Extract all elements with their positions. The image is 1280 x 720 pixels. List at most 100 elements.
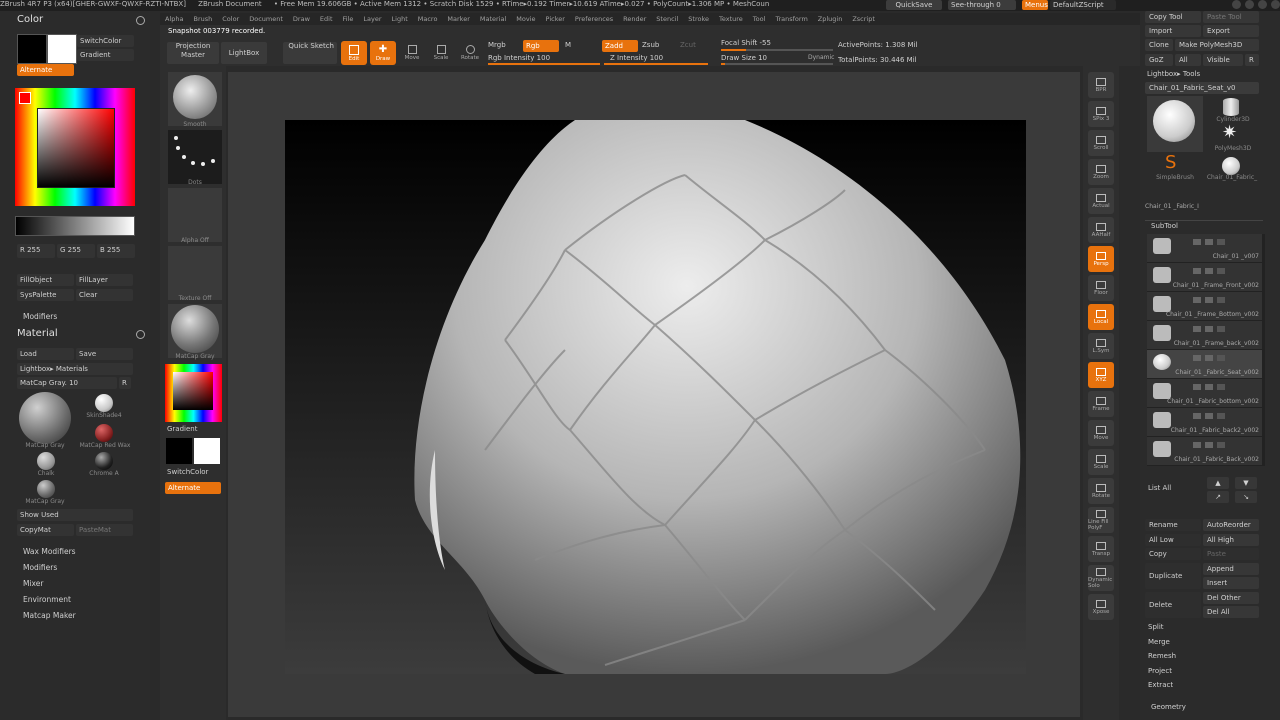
fillobject-button[interactable]: FillObject: [17, 274, 74, 286]
paste-tool-button[interactable]: Paste Tool: [1203, 11, 1259, 23]
subtool-visibility-icon[interactable]: [1193, 326, 1253, 332]
shelf-color-picker[interactable]: [165, 364, 222, 422]
extract-section[interactable]: Extract: [1148, 681, 1173, 689]
rotate-button[interactable]: Rotate: [457, 41, 483, 65]
shelf-dynamic-solo-button[interactable]: Dynamic Solo: [1088, 565, 1114, 591]
fabric-tool-icon[interactable]: [1222, 157, 1240, 175]
material-refresh-icon[interactable]: [136, 330, 145, 339]
subtool-visibility-icon[interactable]: [1193, 442, 1253, 448]
matcap-gray-preview[interactable]: [19, 392, 71, 444]
shelf-spix-3-button[interactable]: SPix 3: [1088, 101, 1114, 127]
viewport-canvas[interactable]: [285, 120, 1026, 674]
current-material-label[interactable]: MatCap Gray. 10: [17, 377, 117, 389]
edit-button[interactable]: Edit: [341, 41, 367, 65]
autoreorder-button[interactable]: AutoReorder: [1203, 519, 1259, 531]
all-high-button[interactable]: All High: [1203, 534, 1259, 546]
projection-master-button[interactable]: Projection Master: [167, 42, 219, 64]
menu-marker[interactable]: Marker: [447, 13, 469, 25]
shelf-alternate-button[interactable]: Alternate: [165, 482, 221, 494]
menu-transform[interactable]: Transform: [775, 13, 807, 25]
menu-light[interactable]: Light: [392, 13, 408, 25]
menu-render[interactable]: Render: [623, 13, 646, 25]
shelf-actual-button[interactable]: Actual: [1088, 188, 1114, 214]
texture-thumb[interactable]: [168, 246, 222, 300]
menu-macro[interactable]: Macro: [418, 13, 438, 25]
menu-picker[interactable]: Picker: [546, 13, 565, 25]
red-wax-preview[interactable]: [95, 424, 113, 442]
polymesh3d-icon[interactable]: ✷: [1222, 124, 1237, 142]
syspalette-button[interactable]: SysPalette: [17, 289, 74, 301]
menu-material[interactable]: Material: [480, 13, 506, 25]
material-r-button[interactable]: R: [119, 377, 131, 389]
goz-button[interactable]: GoZ: [1145, 54, 1173, 66]
visible-button[interactable]: Visible: [1203, 54, 1243, 66]
saturation-square[interactable]: [37, 108, 115, 188]
all-button[interactable]: All: [1175, 54, 1201, 66]
matcap-gray-small-preview[interactable]: [37, 480, 55, 498]
subtool-row[interactable]: Chair_01 _Fabric_Seat_v002: [1147, 350, 1263, 379]
shelf-floor-button[interactable]: Floor: [1088, 275, 1114, 301]
move-up-arrow-icon[interactable]: ▲: [1207, 477, 1229, 489]
shelf-switchcolor-button[interactable]: SwitchColor: [167, 468, 208, 476]
subtool-scrollbar[interactable]: [1262, 234, 1265, 466]
quicksave-button[interactable]: QuickSave: [886, 0, 942, 10]
shelf-scroll-button[interactable]: Scroll: [1088, 130, 1114, 156]
modifiers-section[interactable]: Modifiers: [23, 312, 57, 321]
subtool-visibility-icon[interactable]: [1193, 355, 1253, 361]
smooth-brush-thumb[interactable]: [168, 72, 222, 126]
lightbox-materials-button[interactable]: Lightbox▸ Materials: [17, 363, 133, 375]
cylinder3d-icon[interactable]: [1223, 98, 1239, 116]
wax-modifiers-section[interactable]: Wax Modifiers: [23, 547, 76, 556]
alpha-thumb[interactable]: [168, 188, 222, 242]
move-button[interactable]: Move: [399, 41, 425, 65]
current-tool-thumb[interactable]: [1147, 96, 1203, 152]
focal-shift-slider[interactable]: Focal Shift -55: [721, 39, 771, 47]
refresh-icon[interactable]: [136, 16, 145, 25]
rgb-intensity-slider[interactable]: Rgb Intensity 100: [488, 54, 550, 62]
chrome-preview[interactable]: [95, 452, 113, 470]
subtool-visibility-icon[interactable]: [1193, 384, 1253, 390]
shelf-zoom-button[interactable]: Zoom: [1088, 159, 1114, 185]
fabric-seat-model[interactable]: [285, 120, 1026, 674]
menu-edit[interactable]: Edit: [320, 13, 333, 25]
menu-layer[interactable]: Layer: [363, 13, 381, 25]
scale-button[interactable]: Scale: [428, 41, 454, 65]
gradient-button[interactable]: Gradient: [77, 49, 134, 61]
menu-stroke[interactable]: Stroke: [688, 13, 709, 25]
merge-section[interactable]: Merge: [1148, 638, 1170, 646]
shelf-move-button[interactable]: Move: [1088, 420, 1114, 446]
blue-slider[interactable]: B 255: [97, 244, 135, 258]
geometry-section[interactable]: Geometry: [1151, 703, 1186, 711]
shelf-frame-button[interactable]: Frame: [1088, 391, 1114, 417]
rename-button[interactable]: Rename: [1145, 519, 1201, 531]
dynamic-button[interactable]: Dynamic: [808, 54, 834, 61]
del-other-button[interactable]: Del Other: [1203, 592, 1259, 604]
make-polymesh-button[interactable]: Make PolyMesh3D: [1175, 39, 1259, 51]
subtool-row[interactable]: Chair_01 _Frame_Front_v002: [1147, 263, 1263, 292]
all-low-button[interactable]: All Low: [1145, 534, 1201, 546]
rgb-button[interactable]: Rgb: [523, 40, 559, 52]
z-intensity-track[interactable]: [604, 63, 708, 65]
environment-section[interactable]: Environment: [23, 595, 71, 604]
shelf-aahalf-button[interactable]: AAHalf: [1088, 217, 1114, 243]
m-button[interactable]: M: [565, 41, 571, 49]
remesh-section[interactable]: Remesh: [1148, 652, 1176, 660]
shelf-persp-button[interactable]: Persp: [1088, 246, 1114, 272]
tool-r-button[interactable]: R: [1245, 54, 1259, 66]
export-button[interactable]: Export: [1203, 25, 1259, 37]
mrgb-button[interactable]: Mrgb: [488, 41, 506, 49]
subtool-row[interactable]: Chair_01 _Fabric_back2_v002: [1147, 408, 1263, 437]
subtool-visibility-icon[interactable]: [1193, 268, 1253, 274]
append-button[interactable]: Append: [1203, 563, 1259, 575]
menu-document[interactable]: Document: [249, 13, 283, 25]
subtool-visibility-icon[interactable]: [1193, 239, 1253, 245]
zcut-button[interactable]: Zcut: [680, 41, 696, 49]
shelf-transp-button[interactable]: Transp: [1088, 536, 1114, 562]
copy-button[interactable]: Copy: [1145, 548, 1201, 560]
shelf-xyz-button[interactable]: XYZ: [1088, 362, 1114, 388]
menu-texture[interactable]: Texture: [719, 13, 743, 25]
lightbox-tools-button[interactable]: Lightbox▸ Tools: [1147, 70, 1200, 78]
shelf-rotate-button[interactable]: Rotate: [1088, 478, 1114, 504]
draw-size-track[interactable]: [721, 63, 833, 65]
subtool-visibility-icon[interactable]: [1193, 413, 1253, 419]
